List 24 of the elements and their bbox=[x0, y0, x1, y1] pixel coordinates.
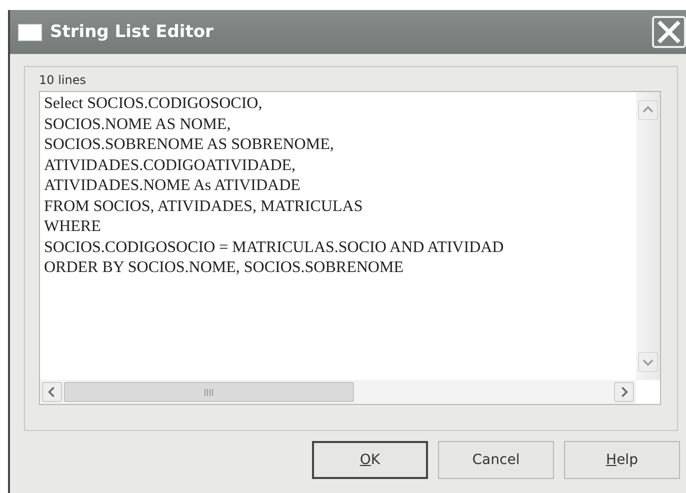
horizontal-scrollbar[interactable] bbox=[40, 380, 636, 404]
scroll-down-icon[interactable] bbox=[638, 352, 658, 372]
vertical-scrollbar[interactable] bbox=[636, 92, 660, 380]
text-line: SOCIOS.NOME AS NOME, bbox=[44, 114, 232, 134]
text-line: ORDER BY SOCIOS.NOME, SOCIOS.SOBRENOME bbox=[44, 258, 404, 278]
dialog-button[interactable]: Cancel bbox=[438, 441, 554, 479]
text-editor[interactable] bbox=[39, 91, 661, 405]
text-line: WHERE bbox=[44, 217, 102, 237]
text-line: FROM SOCIOS, ATIVIDADES, MATRICULAS bbox=[44, 196, 364, 216]
close-button[interactable] bbox=[652, 16, 686, 48]
text-line: ATIVIDADES.CODIGOATIVIDADE, bbox=[44, 156, 297, 176]
text-line: SOCIOS.CODIGOSOCIO = MATRICULAS.SOCIO AND ATIVIDAD bbox=[44, 238, 505, 258]
dialog-button[interactable]: Help bbox=[564, 441, 680, 479]
line-count: 10 lines bbox=[39, 73, 87, 89]
text-line: Select SOCIOS.CODIGOSOCIO, bbox=[44, 94, 264, 114]
window-title: String List Editor bbox=[50, 22, 214, 42]
scroll-right-icon[interactable] bbox=[614, 382, 634, 402]
text-line: SOCIOS.SOBRENOME AS SOBRENOME, bbox=[44, 135, 335, 155]
scroll-thumb[interactable] bbox=[64, 382, 354, 402]
scroll-left-icon[interactable] bbox=[42, 382, 62, 402]
scroll-up-icon[interactable] bbox=[638, 100, 658, 120]
window-icon bbox=[18, 24, 42, 40]
text-line: ATIVIDADES.NOME As ATIVIDADE bbox=[44, 176, 302, 196]
dialog-button[interactable]: OK bbox=[312, 441, 428, 479]
